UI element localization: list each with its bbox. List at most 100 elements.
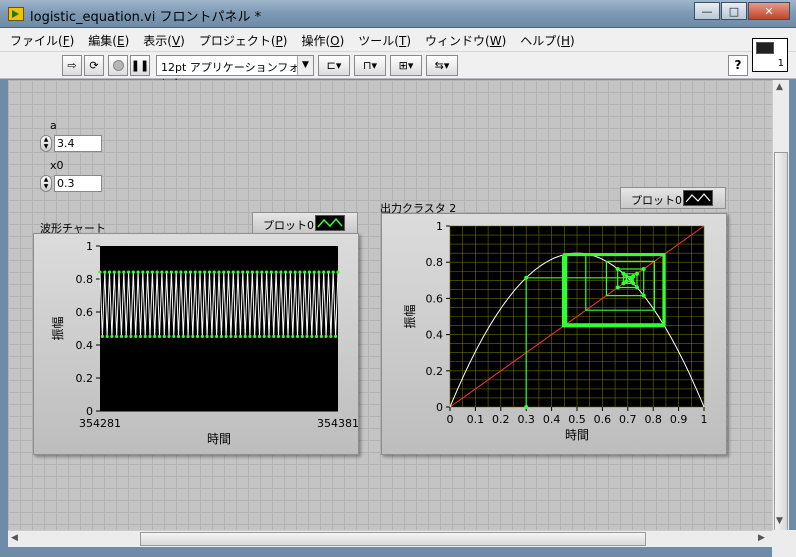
waveform-point — [205, 334, 209, 339]
waveform-point — [212, 270, 216, 274]
waveform-point — [324, 334, 328, 339]
y-axis-label: 振幅 — [402, 304, 417, 328]
y-tick-label: 0.6 — [426, 292, 444, 305]
waveform-point — [238, 334, 243, 339]
cobweb-point — [631, 281, 636, 286]
waveform-point — [269, 270, 273, 274]
y-tick-label: 0.2 — [76, 372, 94, 385]
run-continuously-icon[interactable]: ⟳ — [84, 55, 104, 76]
maximize-button[interactable]: □ — [721, 2, 747, 20]
x-tick-label: 0.2 — [492, 413, 510, 426]
waveform-point — [217, 270, 221, 274]
waveform-point — [291, 334, 295, 339]
waveform-point — [191, 334, 195, 339]
waveform-point — [141, 270, 145, 274]
close-button[interactable]: ✕ — [748, 2, 790, 20]
toolbar: ⇨ ⟳ ❚❚ 12pt アプリケーションフォント ▼ ⊏▾ ⊓▾ ⊞▾ ⇆▾ ? — [0, 52, 796, 90]
waveform-point — [198, 270, 202, 274]
menu-item-3[interactable]: プロジェクト(P) — [199, 32, 288, 49]
waveform-point — [248, 334, 252, 339]
waveform-chart-legend[interactable]: プロット0 — [252, 212, 358, 234]
waveform-point — [222, 270, 226, 274]
y-tick-label: 0.6 — [76, 306, 94, 319]
menu-item-7[interactable]: ヘルプ(H) — [520, 32, 574, 49]
minimize-button[interactable]: — — [694, 2, 720, 20]
x0-value-field[interactable]: 0.3 — [54, 175, 102, 192]
waveform-point — [279, 270, 283, 274]
waveform-point — [207, 270, 212, 274]
waveform-point — [172, 334, 176, 339]
waveform-point — [136, 270, 140, 274]
chevron-down-icon: ▼ — [297, 56, 313, 75]
resize-objects-icon[interactable]: ⊞▾ — [390, 55, 422, 76]
waveform-point — [286, 334, 290, 339]
waveform-point — [188, 270, 193, 274]
vertical-scrollbar[interactable]: ▲ ▼ — [772, 80, 789, 557]
xy-graph[interactable]: 1 0.8 0.6 0.4 0.2 0 0 0.1 0.2 0.3 0.4 0.5 0.6 0.7 0.8 0… — [381, 213, 727, 455]
menu-item-0[interactable]: ファイル(F) — [10, 32, 74, 49]
scroll-down-icon[interactable]: ▼ — [776, 516, 783, 526]
waveform-point — [329, 334, 333, 339]
spin-arrows-icon[interactable]: ▲ ▼ — [40, 175, 52, 192]
waveform-chart[interactable]: 1 0.8 0.6 0.4 0.2 0 354281 354381 時間 振幅 — [33, 233, 359, 455]
spin-arrows-icon[interactable]: ▲ ▼ — [40, 135, 52, 152]
waveform-point — [155, 270, 159, 274]
waveform-point — [243, 334, 247, 339]
help-icon[interactable]: ? — [728, 55, 748, 76]
a-value-field[interactable]: 3.4 — [54, 135, 102, 152]
waveform-point — [272, 334, 276, 339]
waveform-point — [281, 334, 285, 339]
cobweb-point — [615, 266, 620, 271]
legend-label: プロット0 — [263, 219, 314, 232]
waveform-point — [314, 334, 319, 339]
x-tick-label: 0.9 — [670, 413, 688, 426]
waveform-point — [176, 334, 181, 339]
scroll-up-icon[interactable]: ▲ — [776, 82, 783, 92]
waveform-point — [326, 270, 331, 274]
horizontal-scrollbar[interactable]: ◀ ▶ — [8, 530, 772, 547]
waveform-point — [234, 334, 238, 339]
menu-item-1[interactable]: 編集(E) — [88, 32, 129, 49]
font-select[interactable]: 12pt アプリケーションフォント ▼ — [156, 55, 314, 90]
abort-icon[interactable] — [108, 55, 128, 76]
x-start-label: 354281 — [79, 417, 121, 430]
plot-line-icon — [683, 190, 713, 206]
reorder-icon[interactable]: ⇆▾ — [426, 55, 458, 76]
menu-item-2[interactable]: 表示(V) — [143, 32, 185, 49]
title-bar: logistic_equation.vi フロントパネル * — □ ✕ — [0, 0, 796, 28]
run-arrow-icon[interactable]: ⇨ — [62, 55, 82, 76]
waveform-point — [126, 270, 131, 274]
waveform-point — [312, 270, 316, 274]
xy-graph-legend[interactable]: プロット0 — [620, 187, 726, 209]
menu-item-4[interactable]: 操作(O) — [301, 32, 344, 49]
waveform-point — [169, 270, 173, 274]
waveform-point — [112, 270, 116, 274]
resize-grip-icon[interactable] — [772, 530, 796, 557]
align-objects-icon[interactable]: ⊏▾ — [318, 55, 350, 76]
waveform-point — [105, 334, 109, 339]
y-tick-label: 0 — [436, 401, 443, 414]
scroll-left-icon[interactable]: ◀ — [11, 533, 18, 543]
x-tick-label: 0.4 — [543, 413, 561, 426]
vertical-scroll-thumb[interactable] — [774, 152, 788, 557]
waveform-point — [262, 334, 266, 339]
waveform-point — [107, 270, 112, 274]
waveform-point — [274, 270, 278, 274]
menu-item-5[interactable]: ツール(T) — [358, 32, 411, 49]
waveform-chart-svg: 10.80.60.40.20354281 354381時間振幅 — [50, 240, 359, 446]
x-tick-label: 0.1 — [467, 413, 485, 426]
waveform-point — [295, 334, 300, 339]
distribute-objects-icon[interactable]: ⊓▾ — [354, 55, 386, 76]
pause-icon[interactable]: ❚❚ — [130, 55, 150, 76]
waveform-point — [293, 270, 297, 274]
waveform-point — [226, 270, 231, 274]
waveform-point — [146, 270, 150, 274]
x-tick-label: 0.3 — [517, 413, 535, 426]
waveform-point — [134, 334, 138, 339]
scroll-right-icon[interactable]: ▶ — [758, 533, 765, 543]
waveform-point — [162, 334, 166, 339]
horizontal-scroll-thumb[interactable] — [140, 532, 646, 546]
waveform-point — [200, 334, 204, 339]
vi-connector-icon[interactable]: 1 — [752, 38, 788, 72]
menu-item-6[interactable]: ウィンドウ(W) — [425, 32, 506, 49]
